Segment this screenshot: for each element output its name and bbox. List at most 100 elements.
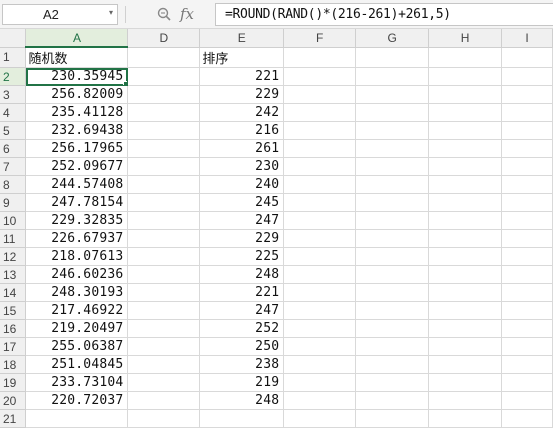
cell-g[interactable] xyxy=(355,67,430,86)
cell-h[interactable] xyxy=(428,373,502,392)
cell-e[interactable]: 248 xyxy=(199,391,285,410)
cell-g[interactable] xyxy=(355,85,430,104)
cell-d[interactable] xyxy=(127,265,201,284)
cell-d[interactable] xyxy=(127,247,201,266)
column-header[interactable]: A xyxy=(25,29,129,48)
select-all-corner[interactable] xyxy=(0,29,27,48)
row-header[interactable]: 14 xyxy=(0,283,27,302)
cell-a[interactable]: 232.69438 xyxy=(25,121,129,140)
row-header[interactable]: 11 xyxy=(0,229,27,248)
cell-h[interactable] xyxy=(428,391,502,410)
cell-f[interactable] xyxy=(283,193,357,212)
cell-a[interactable]: 252.09677 xyxy=(25,157,129,176)
cell-d[interactable] xyxy=(127,391,201,410)
cell-h[interactable] xyxy=(428,319,502,338)
cell-i[interactable] xyxy=(501,121,553,140)
name-box[interactable]: A2 ▾ xyxy=(2,4,118,25)
cell-h[interactable] xyxy=(428,175,502,194)
cell-e[interactable]: 225 xyxy=(199,247,285,266)
cell-h[interactable] xyxy=(428,355,502,374)
cell-f[interactable] xyxy=(283,355,357,374)
cell-a[interactable]: 248.30193 xyxy=(25,283,129,302)
cell-d[interactable] xyxy=(127,301,201,320)
row-header[interactable]: 16 xyxy=(0,319,27,338)
cell-g[interactable] xyxy=(355,265,430,284)
cell-f[interactable] xyxy=(283,409,357,428)
row-header[interactable]: 8 xyxy=(0,175,27,194)
zoom-icon[interactable] xyxy=(157,7,171,21)
cell-i[interactable] xyxy=(501,391,553,410)
cell-a[interactable]: 230.35945 xyxy=(25,67,129,86)
cell-d[interactable] xyxy=(127,319,201,338)
row-header[interactable]: 1 xyxy=(0,47,27,68)
row-header[interactable]: 9 xyxy=(0,193,27,212)
cell-d[interactable] xyxy=(127,139,201,158)
cell-a[interactable]: 256.17965 xyxy=(25,139,129,158)
cell-h[interactable] xyxy=(428,283,502,302)
cell-d[interactable] xyxy=(127,67,201,86)
column-header[interactable]: D xyxy=(127,29,201,48)
cell-g[interactable] xyxy=(355,229,430,248)
cell-e[interactable]: 221 xyxy=(199,283,285,302)
cell-i[interactable] xyxy=(501,193,553,212)
cell-h[interactable] xyxy=(428,157,502,176)
row-header[interactable]: 19 xyxy=(0,373,27,392)
cell-a[interactable]: 235.41128 xyxy=(25,103,129,122)
row-header[interactable]: 20 xyxy=(0,391,27,410)
cell-a[interactable] xyxy=(25,409,129,428)
cell-a[interactable]: 220.72037 xyxy=(25,391,129,410)
cell-h[interactable] xyxy=(428,337,502,356)
row-header[interactable]: 10 xyxy=(0,211,27,230)
cell-i[interactable] xyxy=(501,157,553,176)
row-header[interactable]: 6 xyxy=(0,139,27,158)
cell-a[interactable]: 226.67937 xyxy=(25,229,129,248)
cell-a[interactable]: 256.82009 xyxy=(25,85,129,104)
cell-e[interactable]: 229 xyxy=(199,85,285,104)
cell-i[interactable] xyxy=(501,211,553,230)
cell-f[interactable] xyxy=(283,175,357,194)
cell-g[interactable] xyxy=(355,47,430,68)
cell-h[interactable] xyxy=(428,139,502,158)
cell-d[interactable] xyxy=(127,193,201,212)
cell-g[interactable] xyxy=(355,337,430,356)
row-header[interactable]: 7 xyxy=(0,157,27,176)
cell-d[interactable] xyxy=(127,355,201,374)
column-header[interactable]: G xyxy=(355,29,430,48)
row-header[interactable]: 2 xyxy=(0,67,27,86)
cell-e[interactable]: 219 xyxy=(199,373,285,392)
cell-f[interactable] xyxy=(283,301,357,320)
cell-d[interactable] xyxy=(127,175,201,194)
row-header[interactable]: 21 xyxy=(0,409,27,428)
cell-a[interactable]: 247.78154 xyxy=(25,193,129,212)
cell-d[interactable] xyxy=(127,283,201,302)
cell-g[interactable] xyxy=(355,391,430,410)
cell-i[interactable] xyxy=(501,283,553,302)
cell-d[interactable] xyxy=(127,103,201,122)
cell-a[interactable]: 217.46922 xyxy=(25,301,129,320)
cell-a[interactable]: 219.20497 xyxy=(25,319,129,338)
cell-e[interactable]: 242 xyxy=(199,103,285,122)
cell-h[interactable] xyxy=(428,247,502,266)
cell-h[interactable] xyxy=(428,409,502,428)
cell-e[interactable]: 240 xyxy=(199,175,285,194)
cell-h[interactable] xyxy=(428,67,502,86)
cell-g[interactable] xyxy=(355,319,430,338)
cell-f[interactable] xyxy=(283,337,357,356)
column-header[interactable]: F xyxy=(283,29,357,48)
cell-g[interactable] xyxy=(355,355,430,374)
cell-a[interactable]: 251.04845 xyxy=(25,355,129,374)
cell-h[interactable] xyxy=(428,211,502,230)
cell-a[interactable]: 233.73104 xyxy=(25,373,129,392)
cell-a[interactable]: 244.57408 xyxy=(25,175,129,194)
cell-d[interactable] xyxy=(127,85,201,104)
formula-input[interactable]: =ROUND(RAND()*(216-261)+261,5) xyxy=(215,3,553,26)
cell-e[interactable]: 245 xyxy=(199,193,285,212)
cell-e[interactable]: 247 xyxy=(199,301,285,320)
cell-i[interactable] xyxy=(501,175,553,194)
cell-f[interactable] xyxy=(283,247,357,266)
row-header[interactable]: 3 xyxy=(0,85,27,104)
cell-g[interactable] xyxy=(355,193,430,212)
cell-e[interactable]: 250 xyxy=(199,337,285,356)
cell-e[interactable]: 216 xyxy=(199,121,285,140)
cell-a[interactable]: 229.32835 xyxy=(25,211,129,230)
